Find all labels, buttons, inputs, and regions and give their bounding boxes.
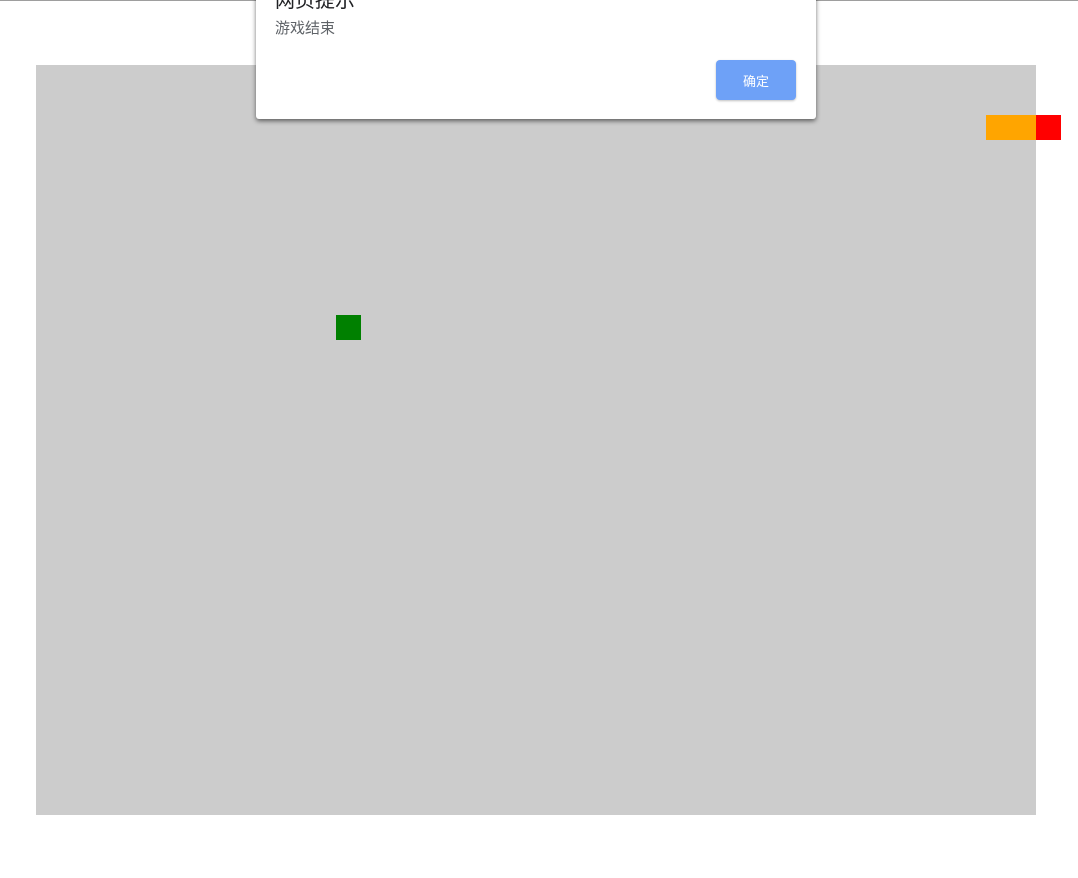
dialog-message: 游戏结束 xyxy=(275,19,336,37)
snake-head xyxy=(1036,115,1061,140)
food xyxy=(336,315,361,340)
ok-button[interactable]: 确定 xyxy=(716,60,796,100)
snake-body xyxy=(986,115,1036,140)
game-board xyxy=(36,65,1036,815)
alert-dialog: 网页提示 游戏结束 确定 xyxy=(256,0,816,119)
dialog-title: 网页提示 xyxy=(275,0,355,12)
